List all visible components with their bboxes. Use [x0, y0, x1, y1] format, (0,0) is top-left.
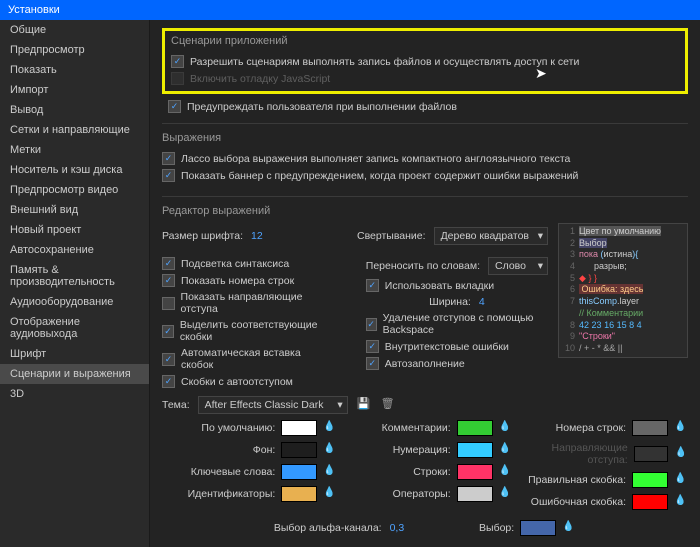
eyedropper-icon[interactable]: 💧 [499, 487, 513, 501]
warn-user-checkbox[interactable] [168, 100, 181, 113]
code-preview: 1Цвет по умолчанию2Выбор3пока (истина){4… [558, 223, 688, 358]
editor-opt-checkbox[interactable] [366, 340, 379, 353]
color-swatch[interactable] [281, 464, 317, 480]
sidebar-item-17[interactable]: 3D [0, 384, 149, 404]
sidebar-item-14[interactable]: Отображение аудиовыхода [0, 312, 149, 344]
color-swatch[interactable] [281, 420, 317, 436]
eyedropper-icon[interactable]: 💧 [323, 465, 337, 479]
preferences-content: Сценарии приложений Разрешить сценариям … [150, 20, 700, 547]
theme-dropdown[interactable]: After Effects Classic Dark [198, 396, 348, 414]
selection-swatch[interactable] [520, 520, 556, 536]
editor-opt-checkbox[interactable] [162, 375, 175, 388]
color-swatch[interactable] [457, 486, 493, 502]
color-swatch[interactable] [281, 442, 317, 458]
save-theme-icon[interactable]: 💾 [356, 397, 372, 413]
font-size-value[interactable]: 12 [251, 230, 263, 242]
expressions-title: Выражения [162, 132, 688, 144]
preferences-sidebar: ОбщиеПредпросмотрПоказатьИмпортВыводСетк… [0, 20, 150, 547]
enable-debug-checkbox[interactable] [171, 72, 184, 85]
eyedropper-icon[interactable]: 💧 [323, 421, 337, 435]
sidebar-item-1[interactable]: Предпросмотр [0, 40, 149, 60]
sidebar-item-6[interactable]: Метки [0, 140, 149, 160]
sidebar-item-9[interactable]: Внешний вид [0, 200, 149, 220]
sidebar-item-3[interactable]: Импорт [0, 80, 149, 100]
sidebar-item-12[interactable]: Память & производительность [0, 260, 149, 292]
window-title: Установки [8, 4, 60, 16]
color-swatch[interactable] [457, 464, 493, 480]
color-swatch[interactable] [632, 494, 668, 510]
eyedropper-icon[interactable]: 💧 [499, 443, 513, 457]
lasso-checkbox[interactable] [162, 152, 175, 165]
color-swatch[interactable] [632, 420, 668, 436]
eyedropper-icon[interactable]: 💧 [674, 473, 688, 487]
eyedropper-icon[interactable]: 💧 [562, 521, 576, 535]
editor-title: Редактор выражений [162, 205, 688, 217]
eyedropper-icon[interactable]: 💧 [499, 465, 513, 479]
editor-opt-checkbox[interactable] [162, 353, 175, 366]
sidebar-item-10[interactable]: Новый проект [0, 220, 149, 240]
sidebar-item-11[interactable]: Автосохранение [0, 240, 149, 260]
eyedropper-icon[interactable]: 💧 [499, 421, 513, 435]
folding-dropdown[interactable]: Дерево квадратов [434, 227, 548, 245]
sidebar-item-7[interactable]: Носитель и кэш диска [0, 160, 149, 180]
scripting-title: Сценарии приложений [171, 35, 679, 47]
scripting-section-highlighted: Сценарии приложений Разрешить сценариям … [162, 28, 688, 94]
eyedropper-icon[interactable]: 💧 [674, 421, 688, 435]
tab-width-value[interactable]: 4 [479, 296, 485, 308]
editor-opt-checkbox[interactable] [162, 325, 174, 338]
editor-opt-checkbox[interactable] [366, 318, 377, 331]
sidebar-item-16[interactable]: Сценарии и выражения [0, 364, 149, 384]
editor-opt-checkbox[interactable] [162, 297, 175, 310]
eyedropper-icon[interactable]: 💧 [674, 495, 688, 509]
editor-opt-checkbox[interactable] [162, 274, 175, 287]
color-swatch[interactable] [281, 486, 317, 502]
sidebar-item-15[interactable]: Шрифт [0, 344, 149, 364]
delete-theme-icon[interactable]: 🗑 [380, 397, 396, 413]
eyedropper-icon[interactable]: 💧 [323, 487, 337, 501]
sidebar-item-4[interactable]: Вывод [0, 100, 149, 120]
editor-opt-checkbox[interactable] [366, 357, 379, 370]
sidebar-item-2[interactable]: Показать [0, 60, 149, 80]
sidebar-item-13[interactable]: Аудиооборудование [0, 292, 149, 312]
sidebar-item-0[interactable]: Общие [0, 20, 149, 40]
editor-opt-checkbox[interactable] [162, 257, 175, 270]
allow-scripts-checkbox[interactable] [171, 55, 184, 68]
color-swatch[interactable] [457, 442, 493, 458]
title-bar: Установки [0, 0, 700, 20]
editor-opt-checkbox[interactable] [366, 279, 379, 292]
sidebar-item-5[interactable]: Сетки и направляющие [0, 120, 149, 140]
color-swatch[interactable] [457, 420, 493, 436]
color-swatch[interactable] [634, 446, 669, 462]
wordwrap-dropdown[interactable]: Слово [488, 257, 548, 275]
sidebar-item-8[interactable]: Предпросмотр видео [0, 180, 149, 200]
alpha-value[interactable]: 0,3 [390, 522, 405, 534]
eyedropper-icon[interactable]: 💧 [674, 447, 688, 461]
color-swatch[interactable] [632, 472, 668, 488]
eyedropper-icon[interactable]: 💧 [323, 443, 337, 457]
banner-checkbox[interactable] [162, 169, 175, 182]
